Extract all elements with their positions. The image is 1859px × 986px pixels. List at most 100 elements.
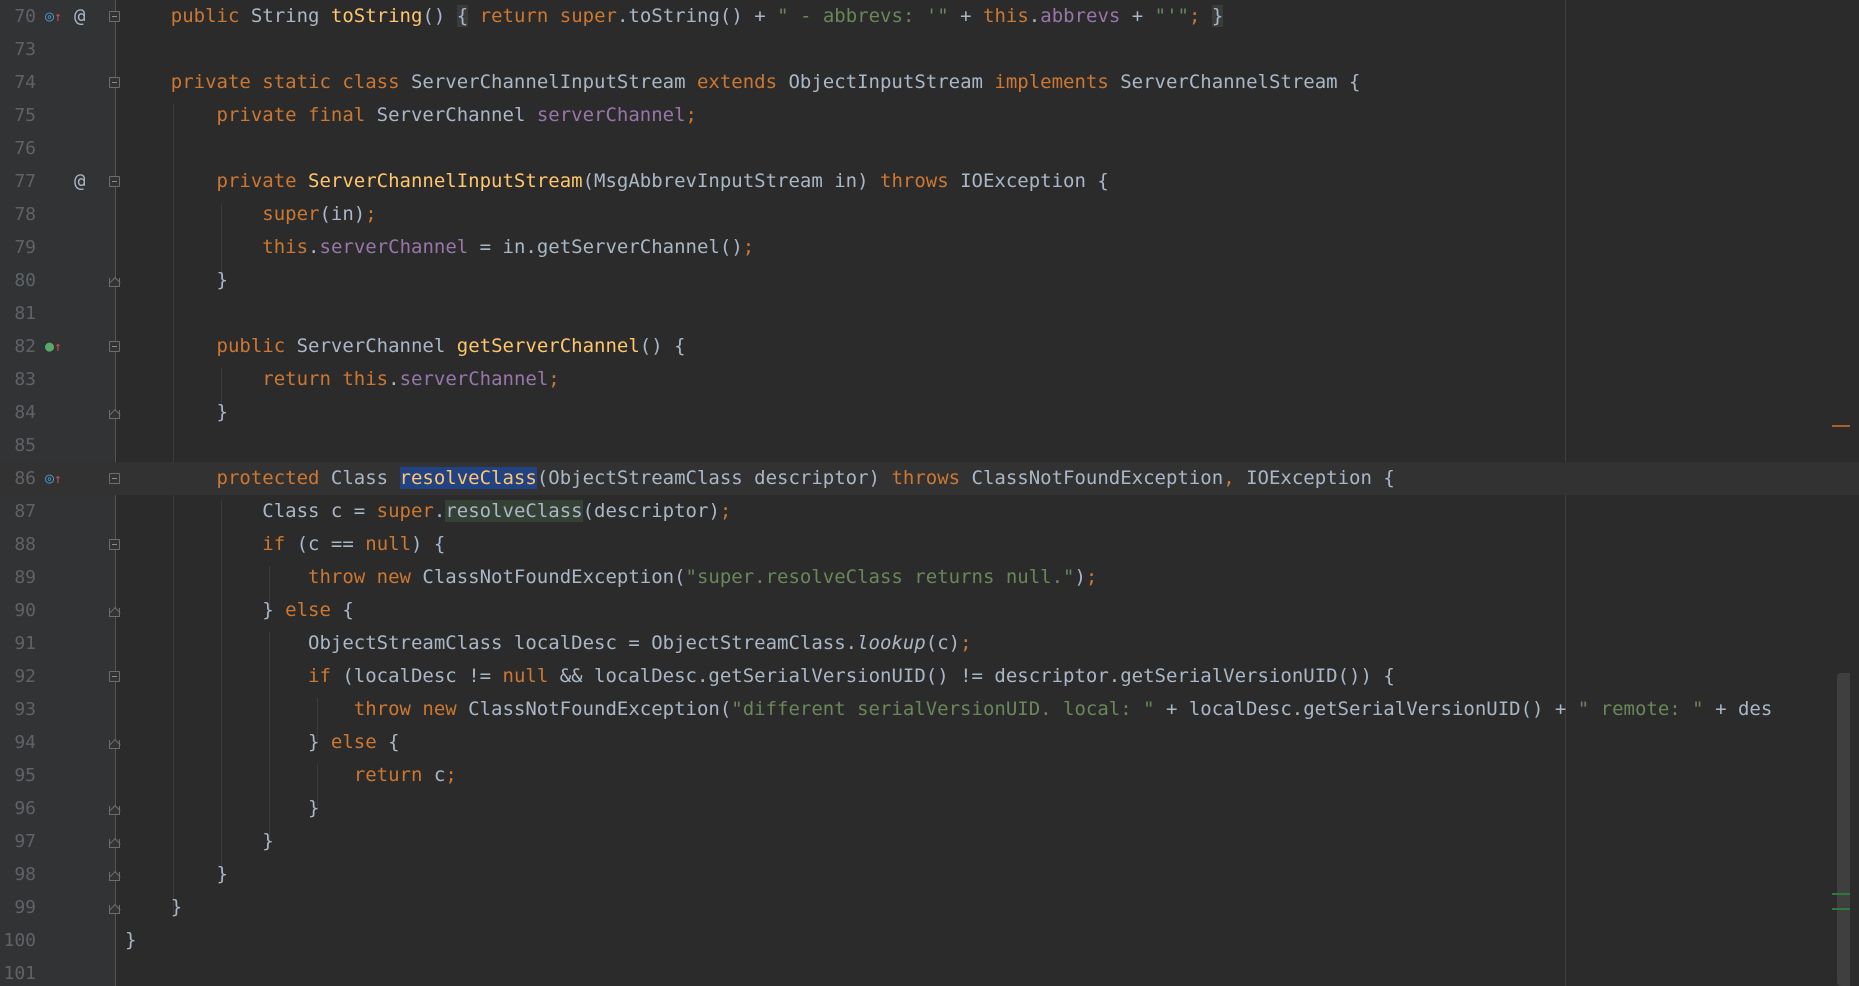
fold-expand-icon[interactable] xyxy=(109,11,120,22)
code-line[interactable]: 93 throw new ClassNotFoundException("dif… xyxy=(0,693,1859,726)
code-line[interactable]: 80 } xyxy=(0,264,1859,297)
code-line[interactable]: 74 private static class ServerChannelInp… xyxy=(0,66,1859,99)
code-text[interactable]: protected Class resolveClass(ObjectStrea… xyxy=(125,462,1395,495)
code-line[interactable]: 86 ◎↑ protected Class resolveClass(Object… xyxy=(0,462,1859,495)
line-number[interactable]: 100 xyxy=(0,924,36,957)
line-number[interactable]: 81 xyxy=(0,297,36,330)
fold-end-icon[interactable] xyxy=(109,806,120,815)
fold-end-icon[interactable] xyxy=(109,740,120,749)
line-number[interactable]: 79 xyxy=(0,231,36,264)
code-line[interactable]: 90 } else { xyxy=(0,594,1859,627)
line-number[interactable]: 90 xyxy=(0,594,36,627)
line-number[interactable]: 92 xyxy=(0,660,36,693)
line-number[interactable]: 99 xyxy=(0,891,36,924)
code-text[interactable]: Class c = super.resolveClass(descriptor)… xyxy=(125,495,731,528)
line-number[interactable]: 93 xyxy=(0,693,36,726)
code-line[interactable]: 88 if (c == null) { xyxy=(0,528,1859,561)
code-text[interactable]: return c; xyxy=(125,759,457,792)
at-icon[interactable]: @ xyxy=(74,0,85,33)
fold-end-icon[interactable] xyxy=(109,410,120,419)
code-line[interactable]: 77 @ private ServerChannelInputStream(Msg… xyxy=(0,165,1859,198)
overrides-icon[interactable]: ◎↑ xyxy=(45,462,62,495)
fold-expand-icon[interactable] xyxy=(109,671,120,682)
code-line[interactable]: 73 xyxy=(0,33,1859,66)
line-number[interactable]: 85 xyxy=(0,429,36,462)
scrollbar-warning-marker[interactable] xyxy=(1832,425,1850,427)
code-line[interactable]: 92 if (localDesc != null && localDesc.ge… xyxy=(0,660,1859,693)
line-number[interactable]: 87 xyxy=(0,495,36,528)
implements-icon[interactable]: ●↑ xyxy=(45,330,62,363)
code-text[interactable]: throw new ClassNotFoundException("differ… xyxy=(125,693,1772,726)
code-text[interactable]: } xyxy=(125,825,273,858)
code-line[interactable]: 75 private final ServerChannel serverCha… xyxy=(0,99,1859,132)
line-number[interactable]: 97 xyxy=(0,825,36,858)
fold-end-icon[interactable] xyxy=(109,608,120,617)
at-icon[interactable]: @ xyxy=(74,165,85,198)
code-text[interactable]: throw new ClassNotFoundException("super.… xyxy=(125,561,1097,594)
code-text[interactable]: if (c == null) { xyxy=(125,528,445,561)
code-line[interactable]: 96 } xyxy=(0,792,1859,825)
vertical-scrollbar-thumb[interactable] xyxy=(1837,673,1850,986)
code-text[interactable]: } xyxy=(125,396,228,429)
fold-expand-icon[interactable] xyxy=(109,473,120,484)
code-text[interactable]: } else { xyxy=(125,594,354,627)
code-line[interactable]: 100} xyxy=(0,924,1859,957)
overrides-icon[interactable]: ◎↑ xyxy=(45,0,62,33)
code-text[interactable]: } xyxy=(125,891,182,924)
fold-expand-icon[interactable] xyxy=(109,77,120,88)
code-text[interactable]: } xyxy=(125,858,228,891)
line-number[interactable]: 73 xyxy=(0,33,36,66)
code-text[interactable]: if (localDesc != null && localDesc.getSe… xyxy=(125,660,1395,693)
code-lines[interactable]: 70 ◎↑ @ public String toString() { return … xyxy=(0,0,1859,986)
code-line[interactable]: 89 throw new ClassNotFoundException("sup… xyxy=(0,561,1859,594)
code-text[interactable]: } xyxy=(125,792,319,825)
code-line[interactable]: 76 xyxy=(0,132,1859,165)
line-number[interactable]: 76 xyxy=(0,132,36,165)
fold-expand-icon[interactable] xyxy=(109,176,120,187)
line-number[interactable]: 91 xyxy=(0,627,36,660)
code-text[interactable]: private ServerChannelInputStream(MsgAbbr… xyxy=(125,165,1109,198)
line-number[interactable]: 94 xyxy=(0,726,36,759)
line-number[interactable]: 88 xyxy=(0,528,36,561)
code-line[interactable]: 78 super(in); xyxy=(0,198,1859,231)
line-number[interactable]: 96 xyxy=(0,792,36,825)
code-text[interactable]: super(in); xyxy=(125,198,376,231)
fold-expand-icon[interactable] xyxy=(109,539,120,550)
line-number[interactable]: 82 xyxy=(0,330,36,363)
fold-end-icon[interactable] xyxy=(109,872,120,881)
line-number[interactable]: 74 xyxy=(0,66,36,99)
line-number[interactable]: 95 xyxy=(0,759,36,792)
line-number[interactable]: 78 xyxy=(0,198,36,231)
code-text[interactable]: this.serverChannel = in.getServerChannel… xyxy=(125,231,754,264)
line-number[interactable]: 101 xyxy=(0,957,36,986)
line-number[interactable]: 89 xyxy=(0,561,36,594)
line-number[interactable]: 83 xyxy=(0,363,36,396)
code-text[interactable]: public ServerChannel getServerChannel() … xyxy=(125,330,686,363)
code-text[interactable]: return this.serverChannel; xyxy=(125,363,559,396)
line-number[interactable]: 86 xyxy=(0,462,36,495)
code-line[interactable]: 84 } xyxy=(0,396,1859,429)
line-number[interactable]: 70 xyxy=(0,0,36,33)
line-number[interactable]: 84 xyxy=(0,396,36,429)
code-line[interactable]: 85 xyxy=(0,429,1859,462)
scrollbar-change-marker[interactable] xyxy=(1832,908,1850,910)
line-number[interactable]: 98 xyxy=(0,858,36,891)
code-text[interactable]: public String toString() { return super.… xyxy=(125,0,1224,33)
code-editor[interactable]: 70 ◎↑ @ public String toString() { return … xyxy=(0,0,1859,986)
fold-end-icon[interactable] xyxy=(109,839,120,848)
code-text[interactable]: } xyxy=(125,264,228,297)
code-text[interactable]: } xyxy=(125,924,136,957)
code-line[interactable]: 87 Class c = super.resolveClass(descript… xyxy=(0,495,1859,528)
code-line[interactable]: 70 ◎↑ @ public String toString() { return … xyxy=(0,0,1859,33)
fold-expand-icon[interactable] xyxy=(109,341,120,352)
code-line[interactable]: 97 } xyxy=(0,825,1859,858)
code-line[interactable]: 95 return c; xyxy=(0,759,1859,792)
code-line[interactable]: 91 ObjectStreamClass localDesc = ObjectS… xyxy=(0,627,1859,660)
code-line[interactable]: 94 } else { xyxy=(0,726,1859,759)
code-text[interactable]: ObjectStreamClass localDesc = ObjectStre… xyxy=(125,627,972,660)
code-line[interactable]: 82 ●↑ public ServerChannel getServerChann… xyxy=(0,330,1859,363)
code-text[interactable]: private static class ServerChannelInputS… xyxy=(125,66,1361,99)
code-line[interactable]: 98 } xyxy=(0,858,1859,891)
code-line[interactable]: 79 this.serverChannel = in.getServerChan… xyxy=(0,231,1859,264)
line-number[interactable]: 75 xyxy=(0,99,36,132)
